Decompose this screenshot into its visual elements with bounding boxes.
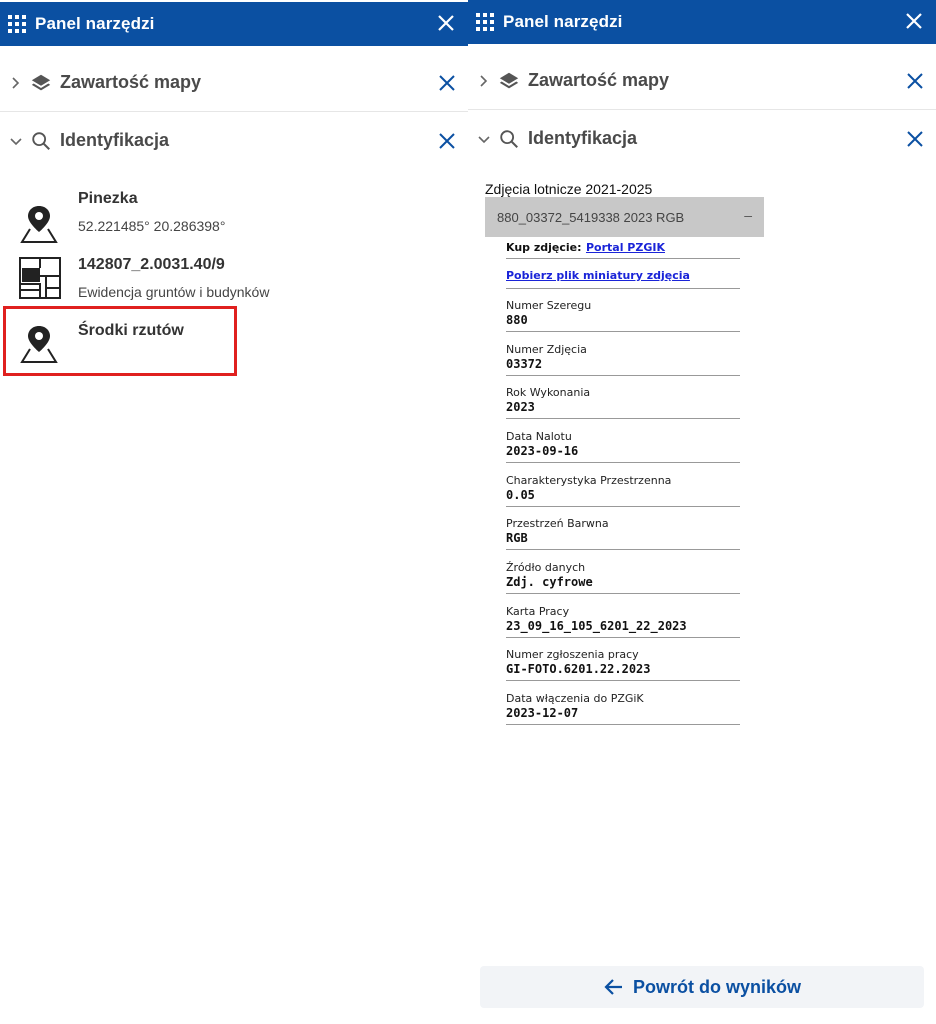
attribute-value: 23_09_16_105_6201_22_2023 bbox=[506, 619, 687, 633]
result-item-pinezka[interactable]: Pinezka 52.221485° 20.286398° bbox=[0, 190, 460, 254]
attribute-value: Zdj. cyfrowe bbox=[506, 575, 593, 589]
attribute-row: Numer Szeregu 880 bbox=[506, 299, 740, 332]
attribute-row: Charakterystyka Przestrzenna 0.05 bbox=[506, 474, 740, 507]
chevron-down-icon[interactable] bbox=[476, 131, 492, 147]
section-title: Identyfikacja bbox=[528, 128, 638, 148]
attribute-value: 2023-09-16 bbox=[506, 444, 579, 458]
attribute-row: Data Nalotu 2023-09-16 bbox=[506, 430, 740, 463]
panel-header: Panel narzędzi bbox=[0, 2, 468, 46]
attribute-label: Data Nalotu bbox=[506, 430, 572, 443]
close-icon[interactable] bbox=[902, 9, 926, 33]
map-pin-icon bbox=[20, 206, 58, 243]
result-subtitle: Ewidencja gruntów i budynków bbox=[78, 284, 270, 300]
section-title: Zawartość mapy bbox=[528, 70, 670, 90]
attribute-label: Źródło danych bbox=[506, 561, 586, 574]
section-title: Identyfikacja bbox=[60, 130, 170, 150]
back-button-label: Powrót do wyników bbox=[632, 976, 801, 997]
attribute-row: Numer zgłoszenia pracy GI-FOTO.6201.22.2… bbox=[506, 648, 740, 681]
attribute-row: Rok Wykonania 2023 bbox=[506, 386, 740, 419]
attribute-label: Numer Zdjęcia bbox=[506, 343, 587, 356]
section-identify[interactable]: Identyfikacja bbox=[0, 112, 468, 169]
chevron-down-icon[interactable] bbox=[8, 133, 24, 149]
attribute-row: Przestrzeń Barwna RGB bbox=[506, 517, 740, 550]
attribute-value: GI-FOTO.6201.22.2023 bbox=[506, 662, 651, 676]
attribute-label: Rok Wykonania bbox=[506, 386, 591, 399]
arrow-left-icon bbox=[604, 979, 622, 995]
panel-title: Panel narzędzi bbox=[503, 12, 623, 31]
attribute-value: 2023 bbox=[506, 400, 535, 414]
highlight-box bbox=[3, 306, 237, 376]
layers-icon bbox=[499, 72, 519, 88]
attribute-row: Źródło danych Zdj. cyfrowe bbox=[506, 561, 740, 594]
layers-icon bbox=[31, 74, 51, 90]
close-icon[interactable] bbox=[906, 130, 924, 148]
attribute-value: 880 bbox=[506, 313, 528, 327]
section-identify[interactable]: Identyfikacja bbox=[468, 110, 936, 167]
attribute-value: 0.05 bbox=[506, 488, 535, 502]
layer-name: Zdjęcia lotnicze 2021-2025 bbox=[485, 181, 653, 197]
attribute-label: Numer zgłoszenia pracy bbox=[506, 648, 639, 661]
result-subtitle: 52.221485° 20.286398° bbox=[78, 218, 226, 234]
attribute-row: Numer Zdjęcia 03372 bbox=[506, 343, 740, 376]
section-title: Zawartość mapy bbox=[60, 72, 202, 92]
attribute-row: Data włączenia do PZGiK 2023-12-07 bbox=[506, 692, 740, 725]
feature-label: 880_03372_5419338 2023 RGB bbox=[497, 209, 685, 225]
tool-panel-right: Panel narzędzi Zawartość mapy Identyfika… bbox=[468, 0, 936, 1024]
close-icon[interactable] bbox=[438, 74, 456, 92]
attribute-value: 2023-12-07 bbox=[506, 706, 579, 720]
result-title: Pinezka bbox=[78, 190, 138, 207]
result-title: 142807_2.0031.40/9 bbox=[78, 256, 225, 273]
grid-icon[interactable] bbox=[476, 13, 494, 31]
portal-pzgik-link[interactable]: Portal PZGIK bbox=[586, 241, 665, 254]
buy-photo-label: Kup zdjęcie: bbox=[506, 241, 582, 254]
attribute-label: Przestrzeń Barwna bbox=[506, 517, 609, 530]
attribute-label: Karta Pracy bbox=[506, 605, 570, 618]
close-icon[interactable] bbox=[906, 72, 924, 90]
panel-title: Panel narzędzi bbox=[35, 14, 155, 33]
attribute-label: Data włączenia do PZGiK bbox=[506, 692, 644, 705]
close-icon[interactable] bbox=[434, 11, 458, 35]
attribute-row: Karta Pracy 23_09_16_105_6201_22_2023 bbox=[506, 605, 740, 638]
parcel-map-icon bbox=[19, 257, 61, 299]
panel-header: Panel narzędzi bbox=[468, 0, 936, 44]
attribute-value: RGB bbox=[506, 531, 528, 545]
search-icon bbox=[500, 129, 518, 148]
section-map-content[interactable]: Zawartość mapy bbox=[0, 54, 468, 112]
download-thumbnail-row: Pobierz plik miniatury zdjęcia bbox=[506, 266, 740, 289]
grid-icon[interactable] bbox=[8, 15, 26, 33]
buy-photo-row: Kup zdjęcie: Portal PZGIK bbox=[506, 238, 740, 259]
chevron-right-icon[interactable] bbox=[476, 73, 492, 89]
attribute-value: 03372 bbox=[506, 357, 543, 371]
tool-panel-left: Panel narzędzi Zawartość mapy Identyfika… bbox=[0, 0, 468, 1024]
attribute-label: Numer Szeregu bbox=[506, 299, 592, 312]
back-to-results-button[interactable]: Powrót do wyników bbox=[480, 966, 924, 1008]
feature-header[interactable]: 880_03372_5419338 2023 RGB – bbox=[485, 197, 764, 237]
download-thumbnail-link[interactable]: Pobierz plik miniatury zdjęcia bbox=[506, 269, 690, 282]
collapse-toggle[interactable]: – bbox=[744, 207, 752, 223]
section-map-content[interactable]: Zawartość mapy bbox=[468, 52, 936, 110]
search-icon bbox=[32, 131, 50, 150]
attribute-label: Charakterystyka Przestrzenna bbox=[506, 474, 672, 487]
chevron-right-icon[interactable] bbox=[8, 75, 24, 91]
close-icon[interactable] bbox=[438, 132, 456, 150]
